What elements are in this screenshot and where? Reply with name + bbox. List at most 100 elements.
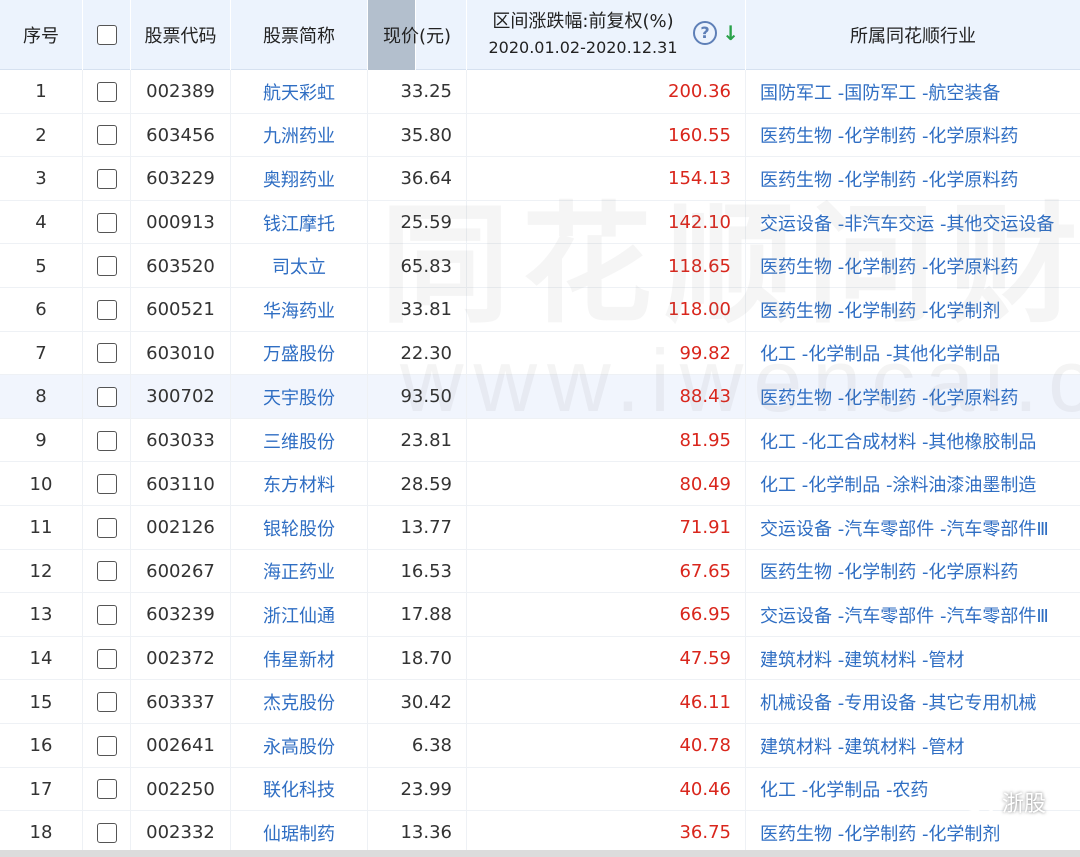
row-checkbox[interactable] [96,256,117,277]
row-checkbox[interactable] [96,168,117,189]
industry-link[interactable]: 机械设备 -专用设备 -其它专用机械 [746,680,1080,724]
row-checkbox-cell[interactable] [83,70,131,114]
row-checkbox[interactable] [96,604,117,625]
row-checkbox-cell[interactable] [83,331,131,376]
header-price[interactable]: 现价(元) [368,0,467,70]
row-checkbox[interactable] [96,735,117,756]
industry-link[interactable]: 医药生物 -化学制药 -化学原料药 [746,550,1080,594]
row-checkbox[interactable] [96,517,117,538]
stock-name-link[interactable]: 杰克股份 [231,680,368,724]
stock-name-link[interactable]: 银轮股份 [231,506,368,550]
row-checkbox-cell[interactable] [83,506,131,550]
row-checkbox-cell[interactable] [83,680,131,724]
industry-link[interactable]: 医药生物 -化学制药 -化学原料药 [746,157,1080,201]
header-select-all[interactable] [83,0,131,70]
stock-name-link[interactable]: 三维股份 [231,418,368,463]
row-checkbox-cell[interactable] [83,549,131,594]
row-checkbox-cell[interactable] [83,418,131,463]
table-row[interactable]: 15 603337 杰克股份 30.42 46.11 机械设备 -专用设备 -其它专用机械 [0,680,1080,724]
stock-name-link[interactable]: 东方材料 [231,462,368,506]
stock-name-link[interactable]: 仙琚制药 [231,811,368,855]
table-row[interactable]: 12 600267 海正药业 16.53 67.65 医药生物 -化学制药 -化学原料药 [0,549,1080,594]
row-checkbox-cell[interactable] [83,288,131,332]
row-checkbox[interactable] [96,343,117,364]
stock-name-link[interactable]: 联化科技 [231,767,368,812]
row-checkbox-cell[interactable] [83,767,131,812]
table-row[interactable]: 1 002389 航天彩虹 33.25 200.36 国防军工 -国防军工 -航空装备 [0,70,1080,114]
row-checkbox[interactable] [96,299,117,320]
row-checkbox-cell[interactable] [83,244,131,288]
row-checkbox-cell[interactable] [83,593,131,637]
industry-link[interactable]: 化工 -化学制品 -农药 [746,768,1080,812]
table-row[interactable]: 13 603239 浙江仙通 17.88 66.95 交运设备 -汽车零部件 -汽车零部件… [0,593,1080,637]
stock-name-link[interactable]: 奥翔药业 [231,157,368,201]
table-row[interactable]: 10 603110 东方材料 28.59 80.49 化工 -化学制品 -涂料油漆油墨制造 [0,462,1080,506]
table-row[interactable]: 6 600521 华海药业 33.81 118.00 医药生物 -化学制药 -化学制剂 [0,288,1080,332]
select-all-checkbox[interactable] [96,25,117,45]
stock-name-link[interactable]: 钱江摩托 [231,200,368,245]
stock-name-link[interactable]: 海正药业 [231,549,368,594]
industry-link[interactable]: 医药生物 -化学制药 -化学原料药 [746,244,1080,288]
industry-link[interactable]: 医药生物 -化学制药 -化学制剂 [746,288,1080,332]
header-range-change[interactable]: 区间涨跌幅:前复权(%) 2020.01.02-2020.12.31 ? ↓ [467,0,746,70]
row-checkbox[interactable] [96,386,117,407]
table-row[interactable]: 5 603520 司太立 65.83 118.65 医药生物 -化学制药 -化学原料药 [0,244,1080,288]
industry-link[interactable]: 医药生物 -化学制药 -化学原料药 [746,114,1080,158]
row-checkbox-cell[interactable] [83,157,131,201]
row-checkbox-cell[interactable] [83,724,131,768]
industry-link[interactable]: 国防军工 -国防军工 -航空装备 [746,70,1080,114]
table-row[interactable]: 2 603456 九洲药业 35.80 160.55 医药生物 -化学制药 -化学原料药 [0,113,1080,158]
row-checkbox[interactable] [96,212,117,233]
row-checkbox-cell[interactable] [83,811,131,855]
sort-descending-icon[interactable]: ↓ [722,20,739,46]
industry-link[interactable]: 建筑材料 -建筑材料 -管材 [746,724,1080,768]
table-row[interactable]: 7 603010 万盛股份 22.30 99.82 化工 -化学制品 -其他化学制品 [0,331,1080,376]
stock-name-link[interactable]: 航天彩虹 [231,70,368,114]
row-checkbox[interactable] [96,779,117,800]
table-row[interactable]: 3 603229 奥翔药业 36.64 154.13 医药生物 -化学制药 -化学原料药 [0,157,1080,201]
table-row[interactable]: 9 603033 三维股份 23.81 81.95 化工 -化工合成材料 -其他橡胶制品 [0,418,1080,463]
stock-name-link[interactable]: 天宇股份 [231,375,368,419]
header-industry[interactable]: 所属同花顺行业 [746,0,1080,70]
row-checkbox-cell[interactable] [83,636,131,681]
stock-name-link[interactable]: 华海药业 [231,288,368,332]
industry-link[interactable]: 化工 -化工合成材料 -其他橡胶制品 [746,419,1080,463]
row-checkbox-cell[interactable] [83,462,131,506]
help-icon[interactable]: ? [693,21,717,45]
table-row[interactable]: 18 002332 仙琚制药 13.36 36.75 医药生物 -化学制药 -化学制剂 [0,811,1080,855]
table-row[interactable]: 17 002250 联化科技 23.99 40.46 化工 -化学制品 -农药 [0,767,1080,812]
header-code[interactable]: 股票代码 [131,0,231,70]
row-checkbox[interactable] [96,474,117,495]
table-row[interactable]: 8 300702 天宇股份 93.50 88.43 医药生物 -化学制药 -化学原料药 [0,375,1080,419]
stock-name-link[interactable]: 永高股份 [231,724,368,768]
row-checkbox-cell[interactable] [83,200,131,245]
row-checkbox[interactable] [96,125,117,146]
stock-name-link[interactable]: 伟星新材 [231,636,368,681]
row-checkbox[interactable] [96,648,117,669]
row-checkbox-cell[interactable] [83,375,131,419]
row-checkbox[interactable] [96,692,117,713]
row-checkbox[interactable] [96,81,117,102]
header-name[interactable]: 股票简称 [231,0,368,70]
row-checkbox-cell[interactable] [83,113,131,158]
stock-name-link[interactable]: 浙江仙通 [231,593,368,637]
stock-name-link[interactable]: 九洲药业 [231,113,368,158]
industry-link[interactable]: 交运设备 -汽车零部件 -汽车零部件Ⅲ [746,593,1080,637]
header-index[interactable]: 序号 [0,0,83,70]
table-row[interactable]: 16 002641 永高股份 6.38 40.78 建筑材料 -建筑材料 -管材 [0,724,1080,768]
industry-link[interactable]: 建筑材料 -建筑材料 -管材 [746,637,1080,681]
industry-link[interactable]: 交运设备 -非汽车交运 -其他交运设备 [746,201,1080,245]
row-checkbox[interactable] [96,822,117,843]
table-row[interactable]: 4 000913 钱江摩托 25.59 142.10 交运设备 -非汽车交运 -其他交运设… [0,200,1080,245]
industry-link[interactable]: 化工 -化学制品 -其他化学制品 [746,332,1080,376]
row-checkbox[interactable] [96,430,117,451]
stock-name-link[interactable]: 万盛股份 [231,331,368,376]
table-row[interactable]: 14 002372 伟星新材 18.70 47.59 建筑材料 -建筑材料 -管材 [0,636,1080,681]
industry-link[interactable]: 化工 -化学制品 -涂料油漆油墨制造 [746,462,1080,506]
industry-link[interactable]: 医药生物 -化学制药 -化学制剂 [746,811,1080,855]
table-row[interactable]: 11 002126 银轮股份 13.77 71.91 交运设备 -汽车零部件 -汽车零部件… [0,506,1080,550]
stock-name-link[interactable]: 司太立 [231,244,368,288]
industry-link[interactable]: 交运设备 -汽车零部件 -汽车零部件Ⅲ [746,506,1080,550]
industry-link[interactable]: 医药生物 -化学制药 -化学原料药 [746,375,1080,419]
row-checkbox[interactable] [96,561,117,582]
